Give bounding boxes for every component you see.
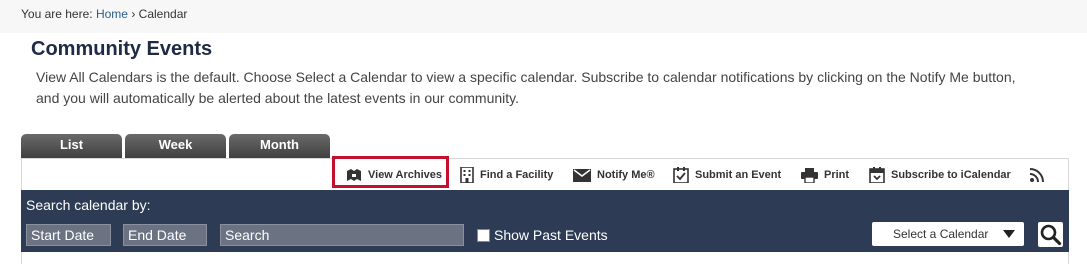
print-button[interactable]: Print (801, 159, 849, 191)
building-icon (460, 167, 474, 183)
printer-icon (801, 167, 818, 183)
show-past-events-label: Show Past Events (494, 227, 608, 243)
chevron-down-icon (1003, 230, 1015, 238)
view-archives-highlight (332, 156, 449, 188)
subscribe-label: Subscribe to iCalendar (891, 169, 1011, 181)
search-label: Search calendar by: (26, 197, 151, 213)
calendar-toolbar: View Archives Find a Facility Notify Me®… (21, 158, 1069, 190)
breadcrumb-prefix: You are here: (21, 7, 93, 21)
find-facility-label: Find a Facility (480, 169, 554, 181)
tab-week[interactable]: Week (125, 134, 226, 159)
rss-button[interactable] (1030, 159, 1050, 191)
select-calendar-label: Select a Calendar (893, 227, 989, 241)
select-calendar-dropdown[interactable]: Select a Calendar (872, 222, 1024, 246)
calendar-download-icon (869, 167, 885, 183)
show-past-events-checkbox[interactable] (477, 228, 490, 242)
intro-line-2: and you will automatically be alerted ab… (36, 90, 519, 106)
end-date-field[interactable]: End Date (123, 224, 207, 246)
notify-me-label: Notify Me® (597, 169, 655, 181)
find-facility-button[interactable]: Find a Facility (460, 159, 553, 191)
breadcrumb: You are here: Home › Calendar (21, 7, 187, 21)
notify-me-button[interactable]: Notify Me® (573, 159, 655, 191)
calendar-check-icon (673, 167, 689, 183)
search-panel: Search calendar by: Start Date End Date … (21, 190, 1069, 252)
calendar-content (21, 252, 1069, 264)
show-past-events[interactable]: Show Past Events (477, 227, 608, 243)
search-button[interactable] (1038, 222, 1063, 247)
breadcrumb-home-link[interactable]: Home (96, 7, 128, 21)
search-input[interactable] (220, 224, 464, 246)
start-date-field[interactable]: Start Date (26, 224, 111, 246)
subscribe-icalendar-button[interactable]: Subscribe to iCalendar (869, 159, 1011, 191)
rss-icon (1030, 168, 1044, 182)
tab-list[interactable]: List (21, 134, 122, 159)
breadcrumb-current: Calendar (138, 7, 188, 21)
tab-month[interactable]: Month (229, 134, 330, 159)
print-label: Print (824, 169, 850, 181)
intro-line-1: View All Calendars is the default. Choos… (36, 69, 1016, 85)
mail-icon (573, 168, 591, 182)
search-icon (1040, 224, 1062, 246)
submit-event-button[interactable]: Submit an Event (673, 159, 781, 191)
breadcrumb-separator: › (131, 7, 136, 21)
page-title: Community Events (31, 38, 213, 60)
breadcrumb-bar: You are here: Home › Calendar (0, 0, 1087, 33)
submit-event-label: Submit an Event (695, 169, 782, 181)
intro-text: View All Calendars is the default. Choos… (36, 67, 1066, 109)
